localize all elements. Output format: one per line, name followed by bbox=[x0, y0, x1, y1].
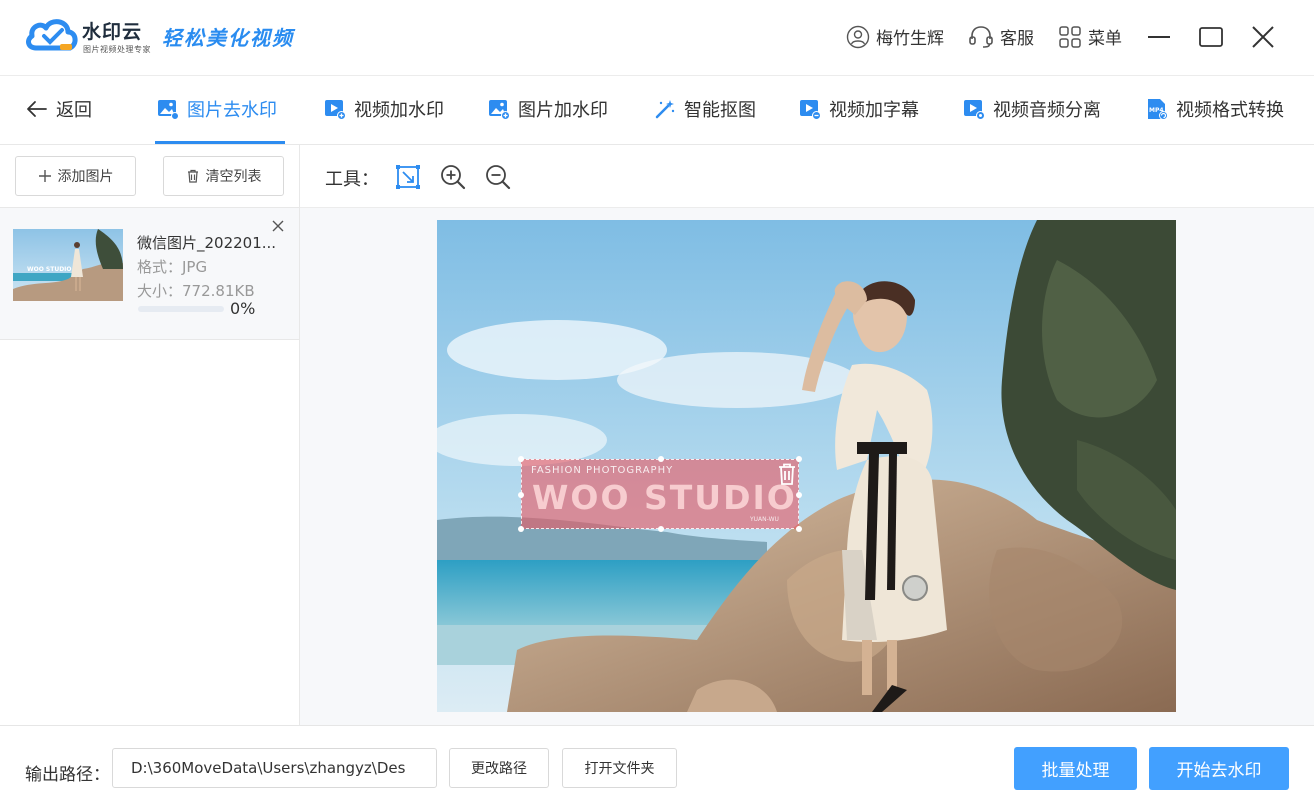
service-label: 客服 bbox=[1000, 29, 1034, 49]
file-size: 大小：772.81KB bbox=[137, 282, 255, 300]
tools-label: 工具： bbox=[325, 169, 379, 190]
clear-list-label: 清空列表 bbox=[205, 169, 262, 185]
mp4-file-icon: MP4 bbox=[1148, 99, 1168, 120]
thumbnail-watermark-text: WOO STUDIO bbox=[27, 266, 72, 273]
trash-icon bbox=[187, 169, 198, 183]
fit-selection-icon[interactable] bbox=[394, 163, 422, 191]
file-list-panel: 添加图片 清空列表 WOO STUDIO 微信图片_202201... 格式：J… bbox=[0, 145, 300, 725]
back-button[interactable]: 返回 bbox=[26, 96, 92, 122]
progress-bar bbox=[138, 306, 224, 312]
image-icon bbox=[158, 100, 179, 120]
user-account[interactable]: 梅竹生辉 bbox=[846, 24, 944, 49]
tab-smart-cutout[interactable]: 智能抠图 bbox=[654, 96, 756, 122]
tab-label: 图片去水印 bbox=[187, 100, 277, 121]
output-path-input[interactable] bbox=[112, 748, 437, 788]
tab-video-format-convert[interactable]: MP4 视频格式转换 bbox=[1146, 96, 1284, 122]
tab-video-audio-split[interactable]: 视频音频分离 bbox=[963, 96, 1101, 122]
user-name: 梅竹生辉 bbox=[876, 29, 944, 49]
remove-file-icon[interactable] bbox=[270, 218, 286, 234]
headset-icon bbox=[969, 25, 993, 48]
footer-bar: 输出路径： 更改路径 打开文件夹 批量处理 开始去水印 bbox=[0, 725, 1314, 810]
tab-label: 视频加水印 bbox=[354, 100, 444, 121]
resize-handle[interactable] bbox=[796, 526, 802, 532]
resize-handle[interactable] bbox=[518, 456, 524, 462]
delete-selection-icon[interactable] bbox=[776, 462, 798, 486]
add-image-label: 添加图片 bbox=[57, 169, 114, 185]
tab-label: 视频格式转换 bbox=[1176, 100, 1284, 121]
tab-image-add-watermark[interactable]: 图片加水印 bbox=[488, 96, 608, 122]
active-tab-indicator bbox=[155, 141, 285, 144]
resize-handle[interactable] bbox=[658, 526, 664, 532]
tab-label: 图片加水印 bbox=[518, 100, 608, 121]
video-icon bbox=[325, 100, 346, 120]
user-icon bbox=[846, 25, 870, 48]
menu-button[interactable]: 菜单 bbox=[1058, 24, 1122, 49]
tab-label: 视频音频分离 bbox=[993, 100, 1101, 121]
change-path-button[interactable]: 更改路径 bbox=[449, 748, 549, 788]
plus-icon bbox=[38, 170, 51, 182]
tab-label: 智能抠图 bbox=[684, 100, 756, 121]
clear-list-button[interactable]: 清空列表 bbox=[163, 156, 284, 196]
back-label: 返回 bbox=[56, 100, 92, 121]
watermark-tiny-text: YUAN-WU bbox=[750, 516, 779, 523]
progress-percent: 0% bbox=[230, 299, 256, 318]
tab-video-add-subtitle[interactable]: 视频加字幕 bbox=[799, 96, 919, 122]
magic-wand-icon bbox=[655, 100, 675, 119]
resize-handle[interactable] bbox=[518, 526, 524, 532]
batch-process-button[interactable]: 批量处理 bbox=[1014, 747, 1137, 790]
file-format: 格式：JPG bbox=[137, 258, 208, 276]
close-window-icon[interactable] bbox=[1248, 22, 1278, 52]
resize-handle[interactable] bbox=[658, 456, 664, 462]
tab-label: 视频加字幕 bbox=[829, 100, 919, 121]
resize-handle[interactable] bbox=[518, 492, 524, 498]
file-list-item[interactable]: WOO STUDIO 微信图片_202201... 格式：JPG 大小：772.… bbox=[0, 208, 299, 340]
image-canvas[interactable]: FASHION PHOTOGRAPHY WOO STUDIO YUAN-WU bbox=[437, 220, 1176, 712]
watermark-main-text: WOO STUDIO bbox=[532, 478, 797, 517]
start-remove-watermark-button[interactable]: 开始去水印 bbox=[1149, 747, 1289, 790]
brand-subtitle: 图片视频处理专家 bbox=[83, 45, 151, 54]
tab-video-add-watermark[interactable]: 视频加水印 bbox=[324, 96, 444, 122]
video-audio-icon bbox=[964, 100, 985, 120]
resize-handle[interactable] bbox=[796, 456, 802, 462]
cloud-logo-icon bbox=[26, 19, 78, 51]
arrow-left-icon bbox=[27, 101, 47, 117]
watermark-small-text: FASHION PHOTOGRAPHY bbox=[531, 465, 674, 476]
brand-slogan: 轻松美化视频 bbox=[162, 26, 294, 50]
output-path-label: 输出路径： bbox=[25, 765, 110, 785]
grid-menu-icon bbox=[1059, 25, 1081, 48]
title-bar: 水印云 图片视频处理专家 轻松美化视频 梅竹生辉 客服 菜单 bbox=[0, 0, 1314, 76]
file-thumbnail: WOO STUDIO bbox=[13, 229, 123, 301]
maximize-icon[interactable] bbox=[1196, 22, 1226, 52]
zoom-in-icon[interactable] bbox=[439, 163, 467, 191]
watermark-selection-box[interactable]: FASHION PHOTOGRAPHY WOO STUDIO YUAN-WU bbox=[518, 456, 802, 532]
image-add-icon bbox=[489, 100, 510, 120]
add-image-button[interactable]: 添加图片 bbox=[15, 156, 136, 196]
feature-tab-bar: 返回 图片去水印 视频加水印 图片加水印 智能抠图 视频加字幕 视频音频分离 M… bbox=[0, 76, 1314, 145]
customer-service-button[interactable]: 客服 bbox=[968, 24, 1034, 49]
open-folder-button[interactable]: 打开文件夹 bbox=[562, 748, 677, 788]
toolbar: 工具： bbox=[300, 145, 1314, 208]
resize-handle[interactable] bbox=[796, 492, 802, 498]
minimize-icon[interactable] bbox=[1144, 22, 1174, 52]
zoom-out-icon[interactable] bbox=[484, 163, 512, 191]
editor-workspace: 工具： FASHION PHOTOGRAPHY WOO STUDIO YUAN-… bbox=[300, 145, 1314, 725]
file-name: 微信图片_202201... bbox=[137, 234, 277, 252]
menu-label: 菜单 bbox=[1088, 29, 1122, 49]
video-subtitle-icon bbox=[800, 100, 821, 120]
tab-image-remove-watermark[interactable]: 图片去水印 bbox=[157, 96, 277, 122]
brand-name: 水印云 bbox=[82, 21, 143, 43]
